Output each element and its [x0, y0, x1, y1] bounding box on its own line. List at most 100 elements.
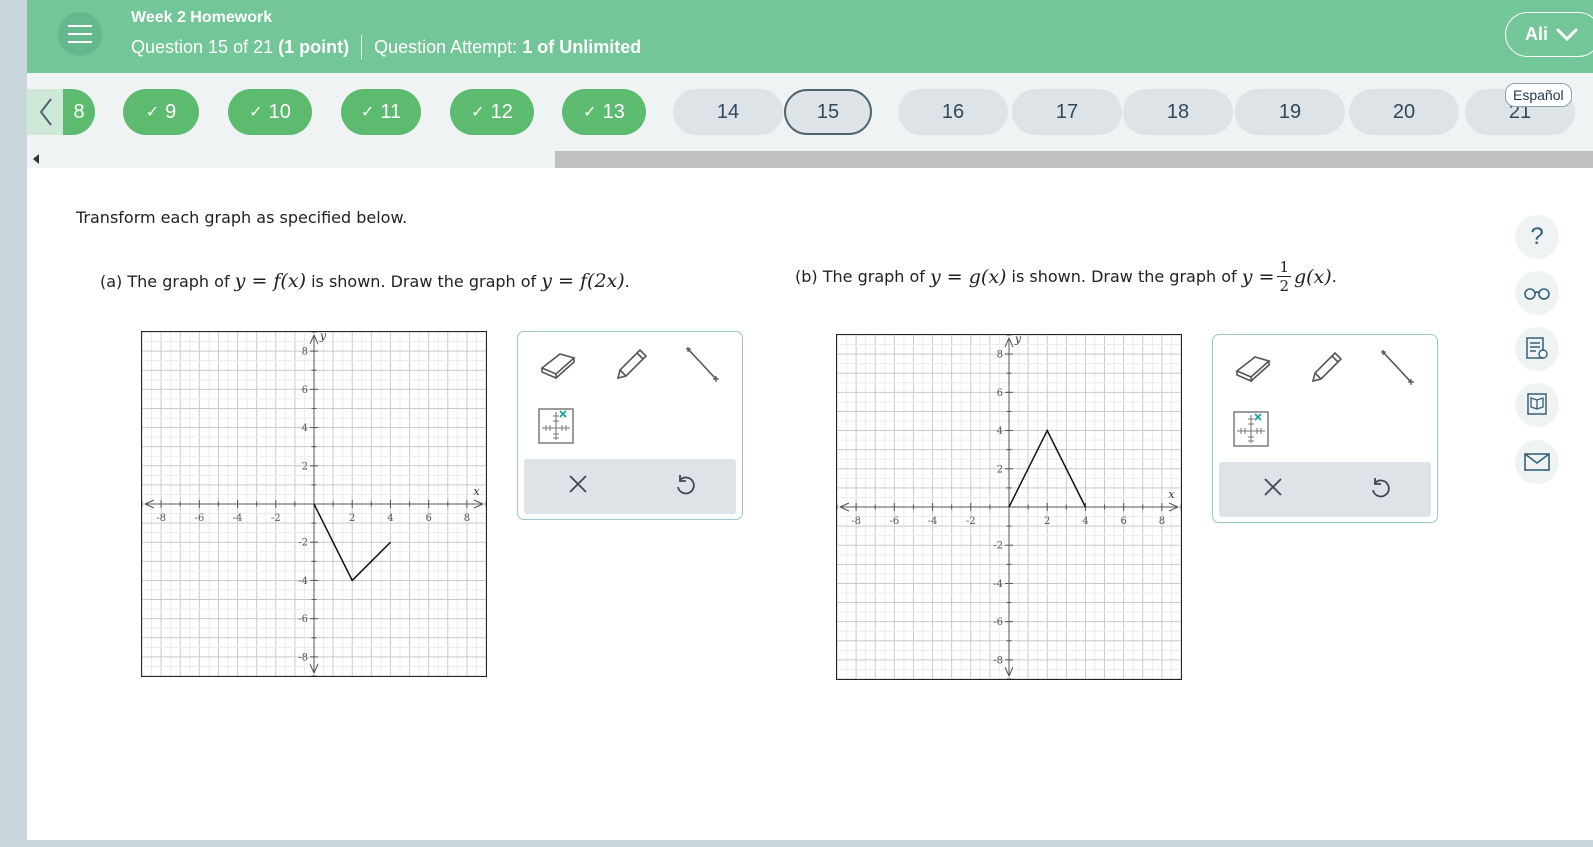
pencil-tool[interactable] [612, 344, 652, 388]
x-tick-label: -2 [966, 516, 976, 527]
line-segment-tool[interactable] [1379, 349, 1415, 389]
question-pill-14[interactable]: 14 [673, 89, 783, 135]
y-axis-label: y [1014, 335, 1022, 346]
message-instructor-button[interactable] [1515, 440, 1559, 484]
x-tick-label: -6 [889, 516, 899, 527]
question-number: 14 [716, 100, 740, 123]
clear-icon [1264, 478, 1282, 496]
x-tick-label: 2 [1044, 516, 1050, 527]
user-menu-button[interactable]: Ali [1505, 12, 1593, 57]
tool-footer-b [1219, 462, 1431, 517]
y-tick-label: -6 [993, 617, 1003, 628]
clear-button[interactable] [1262, 476, 1284, 502]
question-pill-8[interactable]: 8 [63, 89, 95, 135]
checkmark-icon: ✓ [583, 104, 597, 121]
graph-b-canvas[interactable]: -8 -6 -4 -2 2 4 6 8 8 6 4 2 -2 -4 -6 -8 x y [837, 335, 1181, 679]
question-points: (1 point) [278, 36, 350, 57]
x-tick-label: 6 [425, 513, 431, 524]
question-nav: 8 ✓ 9 ✓ 10 ✓ 11 ✓ 12 ✓ 13 14 15 16 17 18 19 20 21 [27, 73, 1593, 151]
tool-panel-b [1212, 334, 1438, 523]
x-tick-label: 2 [349, 513, 355, 524]
question-pill-10[interactable]: ✓ 10 [228, 89, 312, 135]
y-tick-label: -4 [298, 576, 308, 587]
part-a-period: . [624, 271, 630, 291]
header-bar: Week 2 Homework Question 15 of 21 (1 poi… [27, 0, 1593, 73]
scrollbar-thumb[interactable] [555, 151, 1593, 168]
undo-button[interactable] [674, 473, 696, 501]
question-pill-17[interactable]: 17 [1012, 89, 1122, 135]
question-pill-20[interactable]: 20 [1349, 89, 1459, 135]
header-divider [361, 35, 363, 59]
question-position: Question 15 of 21 [131, 36, 274, 57]
x-tick-label: -2 [271, 513, 281, 524]
eraser-tool[interactable] [538, 348, 578, 384]
y-tick-label: 4 [997, 426, 1003, 437]
undo-button[interactable] [1369, 476, 1391, 504]
point-grid-tool[interactable] [538, 408, 574, 448]
graph-b[interactable]: -8 -6 -4 -2 2 4 6 8 8 6 4 2 -2 -4 -6 -8 x y [836, 334, 1182, 680]
question-number: 19 [1278, 100, 1302, 123]
question-pill-15[interactable]: 15 [784, 89, 872, 135]
y-tick-label: -8 [298, 652, 308, 663]
eraser-tool[interactable] [1233, 351, 1273, 387]
point-grid-tool[interactable] [1233, 411, 1269, 451]
y-tick-label: 2 [997, 464, 1003, 475]
menu-button[interactable] [58, 12, 102, 56]
question-pill-16[interactable]: 16 [898, 89, 1008, 135]
pencil-tool[interactable] [1307, 347, 1347, 391]
question-pill-9[interactable]: ✓ 9 [123, 89, 199, 135]
part-b-target-prefix: y = [1241, 265, 1275, 288]
question-number: 13 [602, 100, 625, 123]
question-pill-19[interactable]: 19 [1235, 89, 1345, 135]
question-pill-12[interactable]: ✓ 12 [450, 89, 534, 135]
checkmark-icon: ✓ [145, 104, 160, 121]
one-half-fraction: 1 2 [1277, 258, 1291, 295]
x-tick-label: 4 [1082, 516, 1088, 527]
eraser-icon [540, 353, 576, 380]
undo-icon [1372, 478, 1390, 498]
language-toggle[interactable]: Español [1505, 83, 1572, 107]
y-tick-label: 2 [302, 461, 308, 472]
question-number: 9 [165, 100, 177, 123]
part-b-target-suffix: g(x) [1293, 265, 1332, 288]
mail-icon [1524, 453, 1550, 471]
x-tick-label: -4 [233, 513, 243, 524]
x-tick-label: -6 [194, 513, 204, 524]
y-axis-label: y [319, 332, 327, 343]
part-a-text1: The graph of [127, 271, 230, 291]
glasses-icon [1524, 288, 1550, 300]
question-number: 10 [268, 100, 291, 123]
x-tick-label: -4 [928, 516, 938, 527]
y-tick-label: 8 [302, 347, 308, 358]
y-tick-label: -8 [993, 655, 1003, 666]
menu-icon-line [68, 41, 92, 43]
question-number: 11 [380, 100, 402, 123]
textbook-button[interactable] [1515, 383, 1559, 427]
point-grid-icon [1233, 411, 1269, 447]
y-tick-label: -2 [298, 538, 308, 549]
part-a-prompt: (a) The graph of y = f(x) is shown. Draw… [100, 270, 630, 292]
line-segment-tool[interactable] [684, 346, 720, 386]
line-segment-icon [686, 347, 719, 382]
checkmark-icon: ✓ [249, 104, 263, 121]
nav-scrollbar[interactable] [27, 151, 1593, 168]
question-number: 20 [1392, 100, 1416, 123]
user-name: Ali [1525, 24, 1549, 44]
part-b-label: (b) [795, 267, 818, 286]
question-pill-11[interactable]: ✓ 11 [341, 89, 421, 135]
graph-a-canvas[interactable]: -8 -6 -4 -2 2 4 6 8 8 6 4 2 -2 -4 -6 -8 x y [142, 332, 486, 676]
question-number: 15 [816, 100, 840, 123]
clear-icon [569, 475, 587, 493]
scroll-left-arrow-icon[interactable] [33, 154, 39, 164]
x-axis-label: x [1168, 488, 1175, 501]
question-pill-13[interactable]: ✓ 13 [562, 89, 646, 135]
clear-button[interactable] [567, 473, 589, 499]
instruction-text: Transform each graph as specified below. [76, 208, 408, 227]
reader-button[interactable] [1515, 271, 1559, 315]
worksheet-button[interactable] [1515, 327, 1559, 371]
previous-questions-button[interactable]: 8 [27, 89, 95, 135]
graph-a[interactable]: -8 -6 -4 -2 2 4 6 8 8 6 4 2 -2 -4 -6 -8 x y [141, 331, 487, 677]
chevron-left-icon [39, 98, 52, 126]
question-pill-18[interactable]: 18 [1123, 89, 1233, 135]
help-button[interactable]: ? [1515, 215, 1559, 259]
